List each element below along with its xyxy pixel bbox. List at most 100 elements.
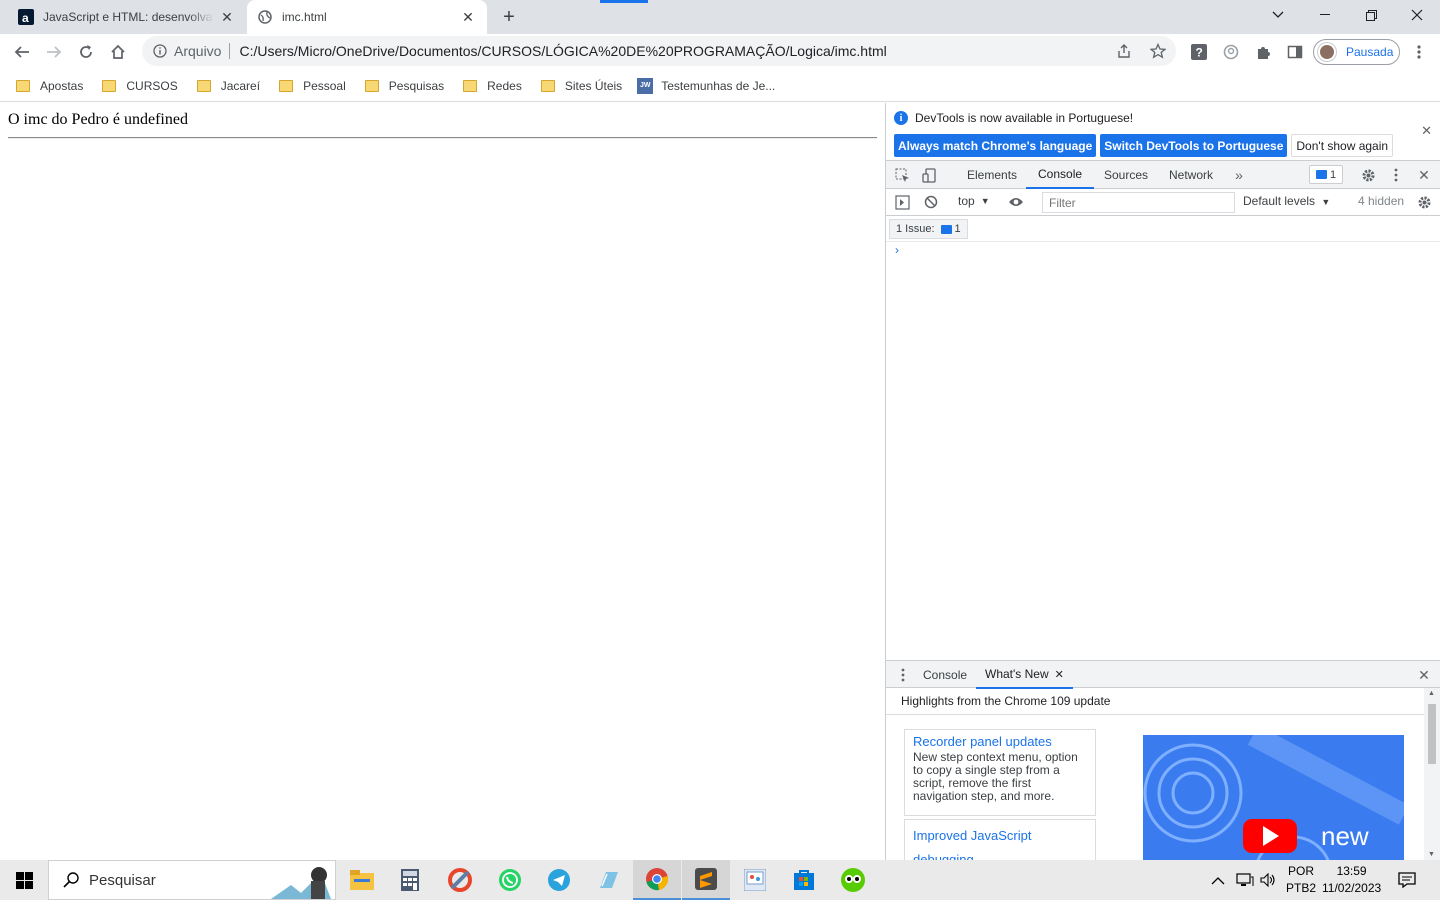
home-icon[interactable] — [104, 38, 132, 66]
card-title[interactable]: Recorder panel updates — [913, 734, 1087, 749]
notifications-icon[interactable] — [1398, 860, 1416, 900]
tab-title: imc.html — [282, 10, 327, 24]
bookmark-sites-uteis[interactable]: Sites Úteis — [537, 79, 622, 93]
match-language-button[interactable]: Always match Chrome's language — [894, 134, 1097, 157]
close-drawer-icon[interactable]: ✕ — [1416, 667, 1432, 683]
whats-new-card[interactable]: Improved JavaScript debugging — [904, 819, 1096, 864]
url-text[interactable]: C:/Users/Micro/OneDrive/Documentos/CURSO… — [239, 43, 1116, 59]
device-toolbar-icon[interactable] — [921, 167, 937, 183]
sublime-text-icon[interactable] — [682, 860, 730, 900]
settings-gear-icon[interactable] — [1360, 167, 1376, 183]
whats-new-card[interactable]: Recorder panel updates New step context … — [904, 729, 1096, 816]
issues-link[interactable]: 1 Issue: 1 — [889, 219, 968, 239]
reload-icon[interactable] — [72, 38, 100, 66]
restore-icon[interactable] — [1348, 0, 1394, 30]
site-info-icon[interactable] — [152, 43, 168, 59]
more-tabs-icon[interactable]: » — [1231, 167, 1247, 183]
devtools-menu-icon[interactable] — [1388, 167, 1404, 183]
issues-counter-button[interactable]: 1 — [1309, 165, 1343, 184]
volume-icon[interactable] — [1260, 860, 1276, 900]
scroll-down-icon[interactable]: ▼ — [1428, 851, 1435, 858]
network-icon[interactable] — [1236, 860, 1254, 900]
dropdown-arrow-icon: ▼ — [1321, 197, 1331, 207]
minimize-icon[interactable] — [1302, 0, 1348, 30]
extensions-puzzle-icon[interactable] — [1249, 38, 1277, 66]
tab-sources[interactable]: Sources — [1092, 161, 1160, 189]
bookmark-label: Testemunhas de Je... — [661, 78, 776, 93]
bookmark-star-icon[interactable] — [1150, 43, 1166, 59]
drawer-tab-console[interactable]: Console — [912, 661, 978, 689]
close-tab-icon[interactable]: ✕ — [218, 8, 236, 26]
sidebar-toggle-icon[interactable] — [894, 194, 910, 210]
tab-elements[interactable]: Elements — [954, 161, 1030, 189]
bookmark-redes[interactable]: Redes — [459, 79, 522, 93]
side-panel-icon[interactable] — [1281, 38, 1309, 66]
help-extension-icon[interactable]: ? — [1185, 38, 1213, 66]
context-selector[interactable]: top ▼ — [958, 194, 990, 208]
bookmark-jacarei[interactable]: Jacareí — [193, 79, 260, 93]
close-devtools-icon[interactable]: ✕ — [1416, 167, 1432, 183]
menu-kebab-icon[interactable] — [1405, 38, 1433, 66]
scrollbar-thumb[interactable] — [1428, 704, 1436, 764]
filter-input[interactable] — [1042, 192, 1235, 213]
telegram-icon[interactable] — [535, 860, 583, 900]
inspect-element-icon[interactable] — [894, 167, 910, 183]
devtools-panel: i DevTools is now available in Portugues… — [885, 103, 1440, 864]
close-tab-icon[interactable]: ✕ — [459, 8, 477, 26]
paint-icon[interactable] — [731, 860, 779, 900]
file-explorer-icon[interactable] — [338, 860, 386, 900]
bookmark-cursos[interactable]: CURSOS — [98, 79, 178, 93]
share-icon[interactable] — [1116, 43, 1132, 59]
store-icon[interactable] — [780, 860, 828, 900]
search-placeholder: Pesquisar — [89, 871, 156, 889]
card-title[interactable]: Improved JavaScript debugging — [913, 824, 1087, 863]
notepad-icon[interactable] — [584, 860, 632, 900]
console-settings-gear-icon[interactable] — [1416, 194, 1432, 210]
close-infobar-icon[interactable]: ✕ — [1421, 123, 1432, 139]
taskbar-search[interactable]: Pesquisar — [48, 860, 336, 900]
bookmark-pessoal[interactable]: Pessoal — [275, 79, 346, 93]
tab-alura[interactable]: a JavaScript e HTML: desenvolva um ✕ — [8, 0, 246, 34]
calculator-icon[interactable] — [386, 860, 434, 900]
live-expression-eye-icon[interactable] — [1008, 194, 1024, 210]
folder-icon — [540, 79, 555, 92]
drawer-menu-icon[interactable] — [895, 667, 911, 683]
tab-network[interactable]: Network — [1157, 161, 1225, 189]
drawer-tab-whats-new[interactable]: What's New ✕ — [976, 661, 1073, 689]
forward-icon[interactable] — [40, 38, 68, 66]
clock[interactable]: 13:59 11/02/2023 — [1322, 860, 1381, 900]
ccleaner-icon[interactable] — [436, 860, 484, 900]
log-levels-dropdown[interactable]: Default levels ▼ — [1243, 194, 1330, 208]
new-tab-button[interactable]: + — [498, 6, 520, 28]
tab-console[interactable]: Console — [1026, 161, 1095, 189]
console-prompt[interactable]: › — [895, 243, 899, 257]
whatsapp-icon[interactable] — [486, 860, 534, 900]
duolingo-icon[interactable] — [829, 860, 877, 900]
close-tab-icon[interactable]: ✕ — [1055, 668, 1064, 681]
message-icon — [1315, 170, 1327, 179]
switch-language-button[interactable]: Switch DevTools to Portuguese — [1100, 134, 1288, 157]
windows-start-icon[interactable] — [0, 860, 48, 900]
chrome-icon[interactable] — [633, 860, 681, 900]
horizontal-rule — [8, 137, 877, 139]
bookmark-pesquisas[interactable]: Pesquisas — [361, 79, 444, 93]
close-window-icon[interactable] — [1394, 0, 1440, 30]
whats-new-video-thumbnail[interactable]: new — [1143, 735, 1404, 860]
scroll-up-icon[interactable]: ▲ — [1428, 690, 1435, 697]
input-language-indicator[interactable]: POR PTB2 — [1286, 860, 1316, 900]
clear-console-icon[interactable] — [923, 194, 939, 210]
dont-show-again-button[interactable]: Don't show again — [1291, 134, 1394, 157]
profile-button[interactable]: Pausada — [1313, 39, 1400, 65]
address-bar[interactable]: Arquivo C:/Users/Micro/OneDrive/Document… — [142, 36, 1176, 66]
back-icon[interactable] — [8, 38, 36, 66]
tab-strip: a JavaScript e HTML: desenvolva um ✕ imc… — [0, 0, 1440, 34]
drawer-scrollbar[interactable]: ▲ ▼ — [1424, 688, 1440, 860]
bookmark-testemunhas[interactable]: JW Testemunhas de Je... — [637, 77, 776, 94]
show-hidden-icons[interactable] — [1211, 860, 1225, 900]
bookmark-apostas[interactable]: Apostas — [12, 79, 83, 93]
tab-search-chevron-icon[interactable] — [1255, 0, 1301, 30]
levels-label: Default levels — [1243, 194, 1316, 208]
tab-imc[interactable]: imc.html ✕ — [247, 0, 487, 34]
extension-icon[interactable] — [1217, 38, 1245, 66]
svg-text:?: ? — [1196, 46, 1203, 60]
